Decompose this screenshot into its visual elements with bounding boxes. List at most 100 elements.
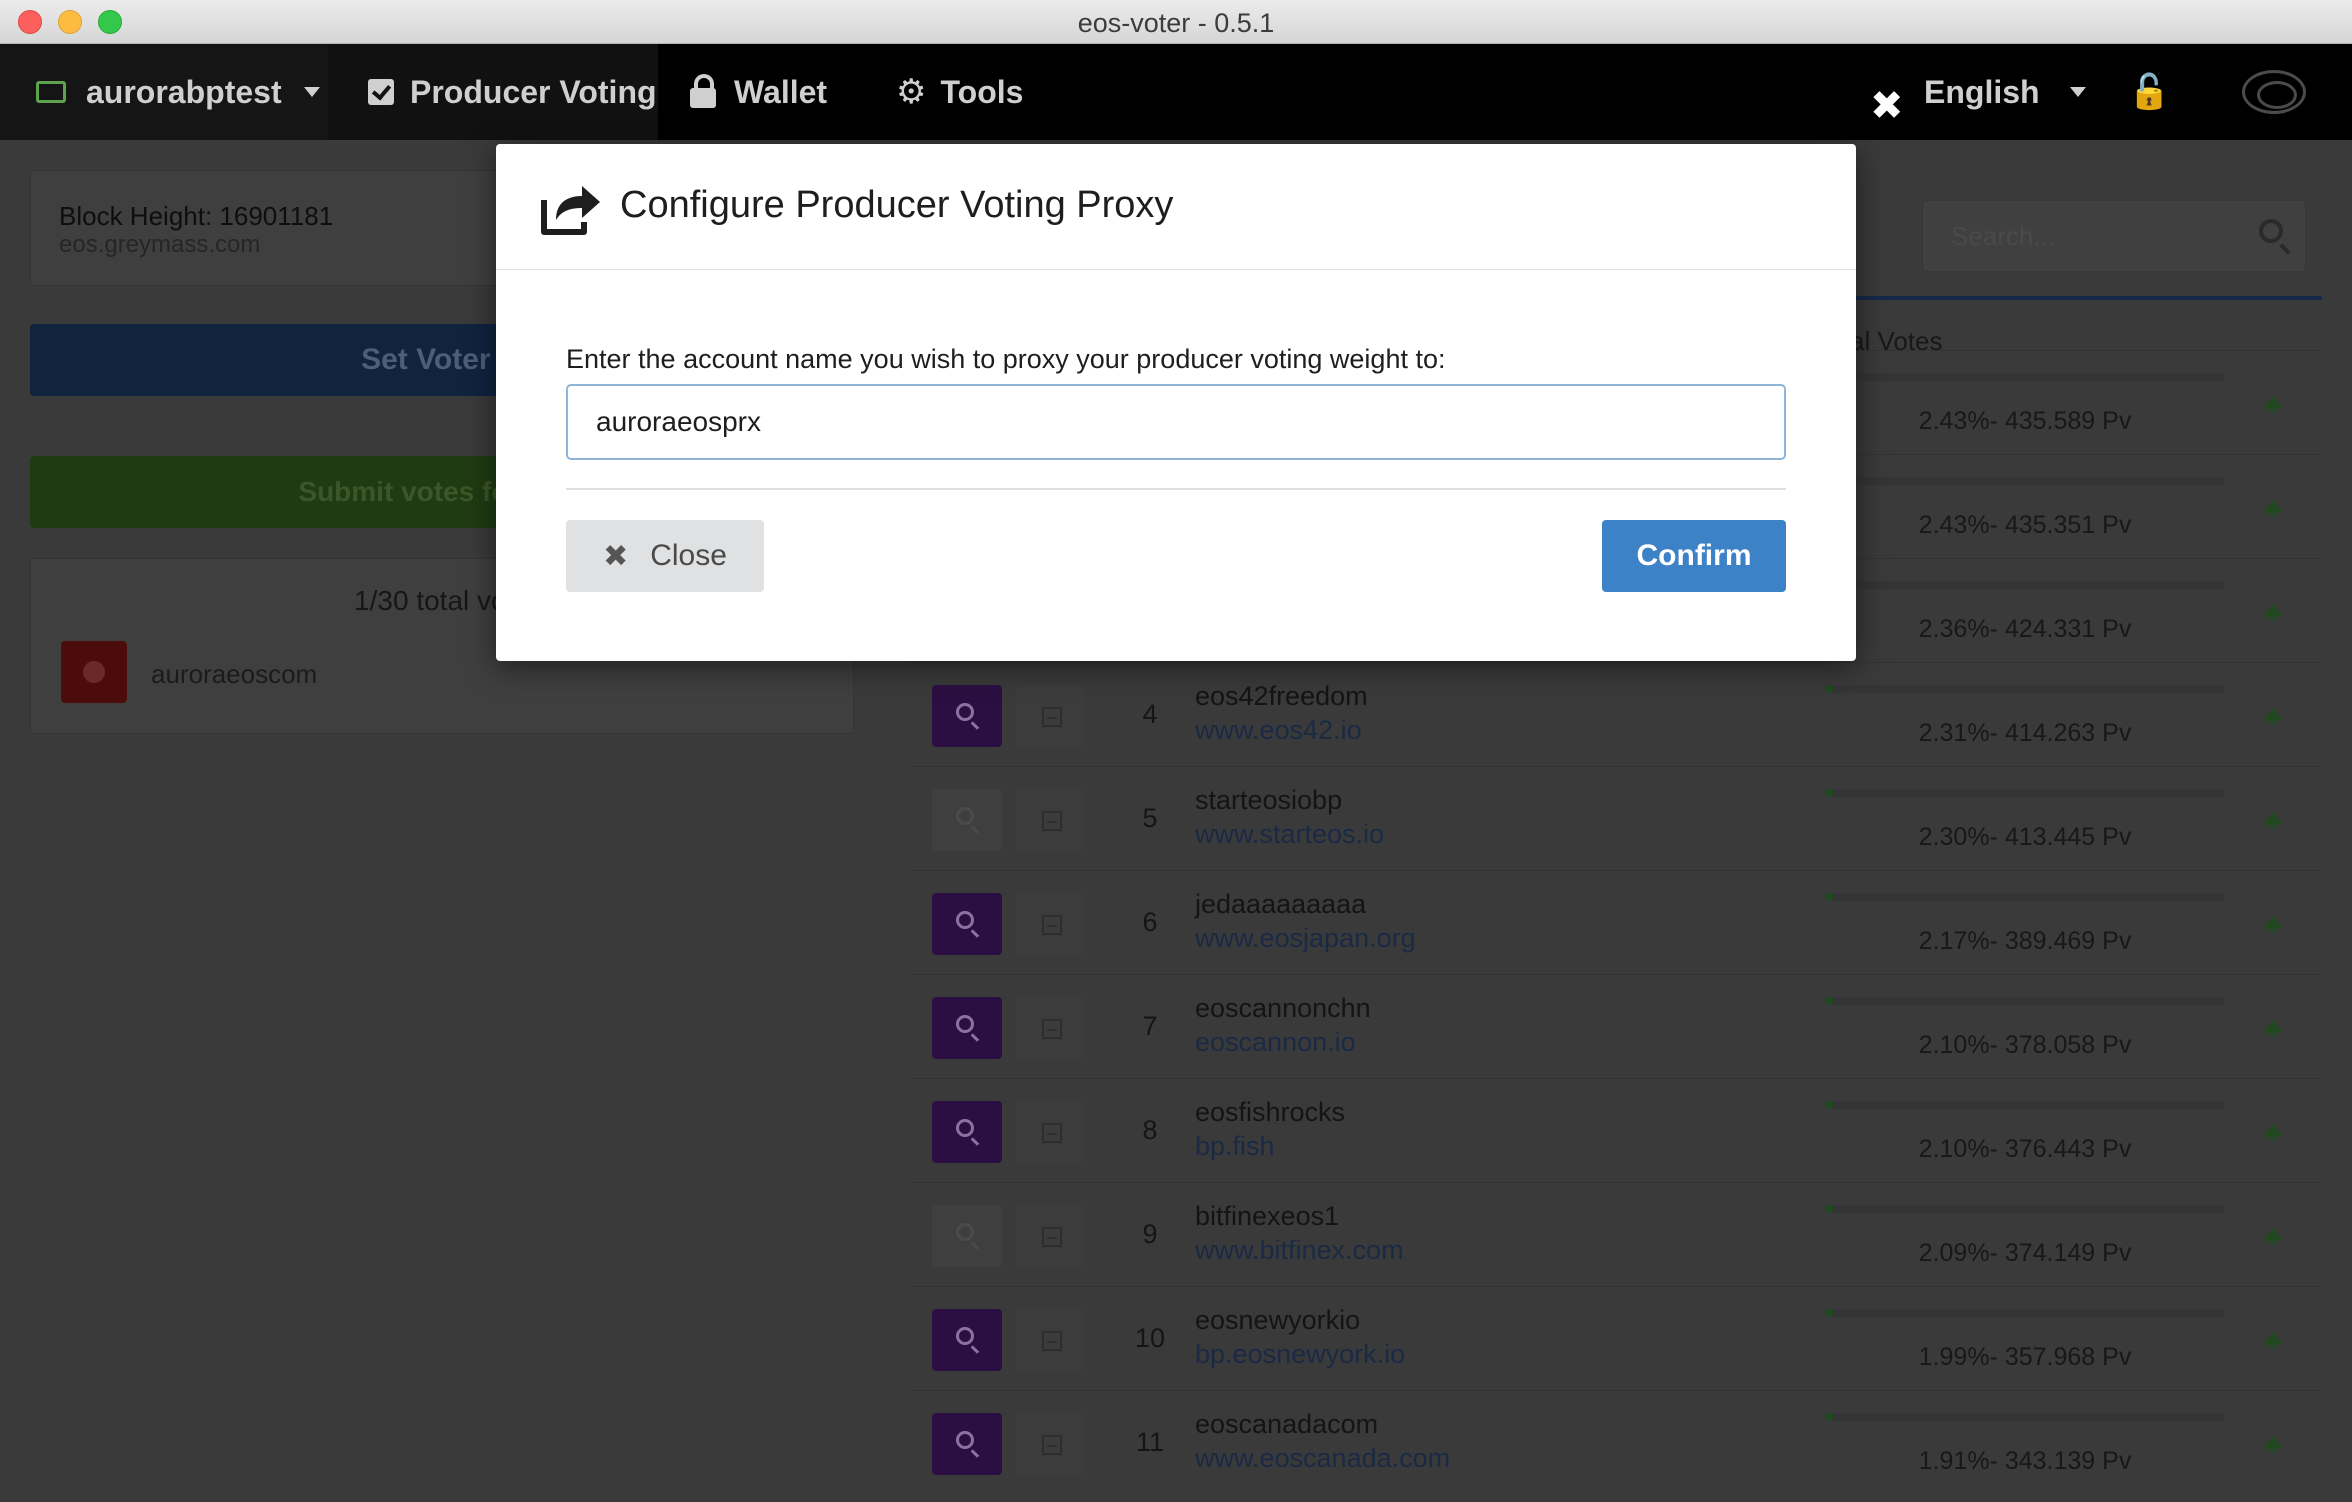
unselect-button[interactable] [1016,893,1086,955]
producer-website-link[interactable]: eoscannon.io [1195,1027,1356,1058]
producer-rank: 4 [1142,699,1158,729]
lock-icon [690,74,716,108]
zoom-in-icon [956,1223,974,1241]
modal-close-icon[interactable]: ✖ [1870,86,1904,126]
tab-wallet[interactable]: Wallet [690,44,827,140]
unselect-button[interactable] [1016,685,1086,747]
tab-wallet-label: Wallet [734,73,828,110]
unselect-button[interactable] [1016,1205,1086,1267]
producer-website-link[interactable]: www.eoscanada.com [1195,1443,1450,1474]
producer-website-link[interactable]: bp.eosnewyork.io [1195,1339,1405,1370]
producer-row: 9 bitfinexeos1 www.bitfinex.com 2.09%- 374.… [910,1182,2322,1286]
producer-row: 8 eosfishrocks bp.fish 2.10%- 376.443 Pv ♣ [910,1078,2322,1182]
zoom-in-icon [956,1327,974,1345]
vote-percent: 1.99%- 357.968 Pv [1918,1343,2132,1371]
vote-progress-fill [1825,1413,1833,1421]
producer-rank: 5 [1142,803,1158,833]
vote-progress-bar [1825,1101,2225,1109]
producer-name: eosfishrocks [1195,1097,1346,1127]
search-placeholder: Search... [1951,221,2056,251]
unselect-button[interactable] [1016,789,1086,851]
zoom-in-icon [956,911,974,929]
block-height: Block Height: 16901181 [59,201,334,231]
vote-progress-fill [1825,893,1833,901]
producer-website-link[interactable]: www.eos42.io [1195,715,1362,746]
confirm-button[interactable]: Confirm [1602,520,1786,592]
vote-progress-bar [1825,685,2225,693]
producer-name: eoscanadacom [1195,1409,1379,1439]
unlock-icon[interactable]: 🔓 [2128,44,2170,140]
minus-square-icon [1042,1123,1062,1143]
window-titlebar: eos-voter - 0.5.1 [0,0,2352,44]
caret-down-icon [303,87,320,97]
zoom-in-button[interactable] [932,1309,1002,1371]
producer-info-icon[interactable]: ♣ [2264,1117,2281,1148]
zoom-in-button[interactable] [932,1205,1002,1267]
zoom-in-icon [956,1015,974,1033]
producer-info-icon[interactable]: ♣ [2264,1013,2281,1044]
producer-info-icon[interactable]: ♣ [2264,1325,2281,1356]
tab-producer-voting[interactable]: Producer Voting [328,44,658,140]
search-input[interactable]: Search... [1922,200,2306,272]
caret-down-icon [2069,87,2086,97]
producer-info-icon[interactable]: ♣ [2264,1429,2281,1460]
language-dropdown[interactable]: English [1924,44,2086,140]
producer-info-icon[interactable]: ♣ [2264,805,2281,836]
zoom-in-button[interactable] [932,893,1002,955]
zoom-in-button[interactable] [932,685,1002,747]
zoom-in-button[interactable] [932,1413,1002,1475]
producer-row: 10 eosnewyorkio bp.eosnewyork.io 1.99%- 357… [910,1286,2322,1390]
vote-percent: 2.30%- 413.445 Pv [1918,823,2132,851]
vote-percent: 2.10%- 378.058 Pv [1918,1031,2132,1059]
producer-info-icon[interactable]: ♣ [2264,1221,2281,1252]
producer-name: starteosiobp [1195,785,1343,815]
producer-name: eosnewyorkio [1195,1305,1361,1335]
language-label: English [1924,73,2040,110]
unselect-button[interactable] [1016,1101,1086,1163]
vote-progress-bar [1825,1413,2225,1421]
vote-progress-bar [1825,581,2225,589]
producer-info-icon[interactable]: ♣ [2264,909,2281,940]
producer-info-icon[interactable]: ♣ [2264,597,2281,628]
producer-row: 6 jedaaaaaaaaa www.eosjapan.org 2.17%- 389.… [910,870,2322,974]
vote-percent: 2.43%- 435.589 Pv [1918,407,2132,435]
minus-square-icon [1042,1019,1062,1039]
producer-website-link[interactable]: bp.fish [1195,1131,1275,1162]
unselect-button[interactable] [1016,1413,1086,1475]
vote-percent: 1.91%- 343.139 Pv [1918,1447,2132,1475]
unselect-button[interactable] [1016,997,1086,1059]
vote-percent: 2.36%- 424.331 Pv [1918,615,2132,643]
close-button[interactable]: ✖ Close [566,520,764,592]
close-icon: ✖ [603,539,629,573]
vote-percent: 2.31%- 414.263 Pv [1918,719,2132,747]
producer-website-link[interactable]: www.eosjapan.org [1195,923,1416,954]
minus-square-icon [1042,707,1062,727]
proxy-account-input[interactable] [566,384,1786,460]
minus-square-icon [1042,1227,1062,1247]
producer-row: 4 eos42freedom www.eos42.io 2.31%- 414.263 … [910,662,2322,766]
tab-tools[interactable]: ⚙ Tools [896,44,1023,140]
top-nav: aurorabptest Producer Voting Wallet ⚙ To… [0,44,2352,140]
modal-header: Configure Producer Voting Proxy [496,144,1856,270]
producer-name: jedaaaaaaaaa [1195,889,1367,919]
producer-info-icon[interactable]: ♣ [2264,701,2281,732]
zoom-in-button[interactable] [932,997,1002,1059]
producer-info-icon[interactable]: ♣ [2264,493,2281,524]
unselect-button[interactable] [1016,1309,1086,1371]
account-dropdown[interactable]: aurorabptest [0,44,328,140]
zoom-in-button[interactable] [932,789,1002,851]
producer-name: eoscannonchn [1195,993,1371,1023]
producer-rank: 8 [1142,1115,1158,1145]
producer-rank: 6 [1142,907,1158,937]
gear-icon: ⚙ [896,73,927,111]
producer-website-link[interactable]: www.starteos.io [1195,819,1384,850]
remove-vote-button[interactable] [61,641,127,703]
producer-website-link[interactable]: www.bitfinex.com [1195,1235,1404,1266]
vote-progress-fill [1825,685,1833,693]
vote-progress-bar [1825,373,2225,381]
modal-divider [566,488,1786,490]
producer-rank: 11 [1135,1427,1165,1457]
producer-info-icon[interactable]: ♣ [2264,389,2281,420]
zoom-in-button[interactable] [932,1101,1002,1163]
share-icon [541,186,600,235]
